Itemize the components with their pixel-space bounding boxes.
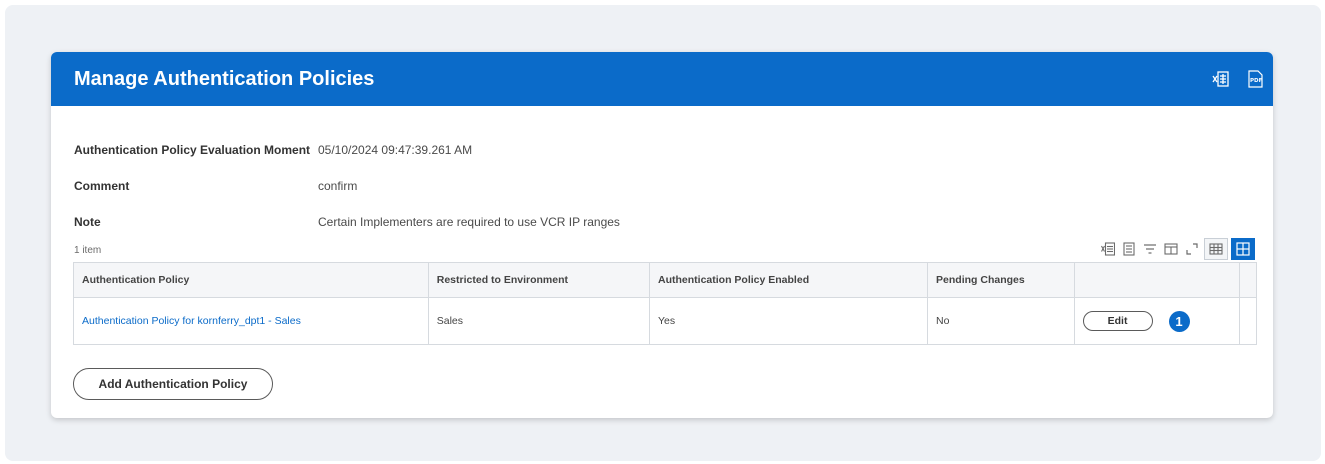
cell-environment: Sales (429, 298, 650, 344)
row-scroll-gutter (1240, 298, 1256, 344)
cell-pending: No (928, 298, 1075, 344)
column-header-pending[interactable]: Pending Changes (928, 263, 1075, 297)
column-header-enabled[interactable]: Authentication Policy Enabled (650, 263, 929, 297)
view-report-icon[interactable] (1120, 240, 1138, 258)
table-header-row: Authentication Policy Restricted to Envi… (74, 263, 1256, 298)
item-count: 1 item (74, 245, 102, 256)
filter-icon[interactable] (1141, 240, 1159, 258)
export-to-pdf-icon[interactable]: PDF (1245, 69, 1265, 89)
export-excel-icon[interactable] (1099, 240, 1117, 258)
field-evaluation-moment: Authentication Policy Evaluation Moment … (74, 132, 620, 168)
authentication-policies-card: Manage Authentication Policies PDF Authe… (51, 52, 1273, 418)
policy-link[interactable]: Authentication Policy for kornferry_dpt1… (82, 315, 301, 327)
cell-policy: Authentication Policy for kornferry_dpt1… (74, 298, 429, 344)
field-note: Note Certain Implementers are required t… (74, 204, 620, 240)
column-header-actions (1075, 263, 1240, 297)
edit-button[interactable]: Edit (1082, 311, 1153, 331)
table-view-icon[interactable] (1204, 238, 1228, 260)
table-toolbar (1099, 238, 1255, 260)
column-header-environment[interactable]: Restricted to Environment (429, 263, 650, 297)
page-title: Manage Authentication Policies (74, 67, 375, 90)
field-value: confirm (318, 179, 358, 193)
table-row: Authentication Policy for kornferry_dpt1… (74, 298, 1256, 344)
field-label: Comment (74, 179, 130, 193)
policies-table: Authentication Policy Restricted to Envi… (73, 262, 1257, 345)
field-value: Certain Implementers are required to use… (318, 215, 620, 229)
field-label: Authentication Policy Evaluation Moment (74, 143, 311, 157)
field-comment: Comment confirm (74, 168, 620, 204)
step-badge: 1 (1168, 310, 1190, 332)
field-value: 05/10/2024 09:47:39.261 AM (318, 143, 473, 157)
add-authentication-policy-button[interactable]: Add Authentication Policy (73, 368, 273, 400)
svg-text:PDF: PDF (1250, 78, 1263, 84)
export-to-excel-icon[interactable] (1211, 69, 1231, 89)
fullscreen-icon[interactable] (1183, 240, 1201, 258)
field-label: Note (74, 215, 101, 229)
cell-actions: Edit 1 (1075, 298, 1240, 344)
header-actions: PDF (1211, 69, 1273, 89)
card-header: Manage Authentication Policies PDF (51, 52, 1273, 106)
columns-icon[interactable] (1162, 240, 1180, 258)
grid-view-icon[interactable] (1231, 238, 1255, 260)
cell-enabled: Yes (650, 298, 929, 344)
column-scroll-gutter (1240, 263, 1256, 297)
column-header-policy[interactable]: Authentication Policy (74, 263, 429, 297)
policy-details: Authentication Policy Evaluation Moment … (74, 132, 620, 240)
